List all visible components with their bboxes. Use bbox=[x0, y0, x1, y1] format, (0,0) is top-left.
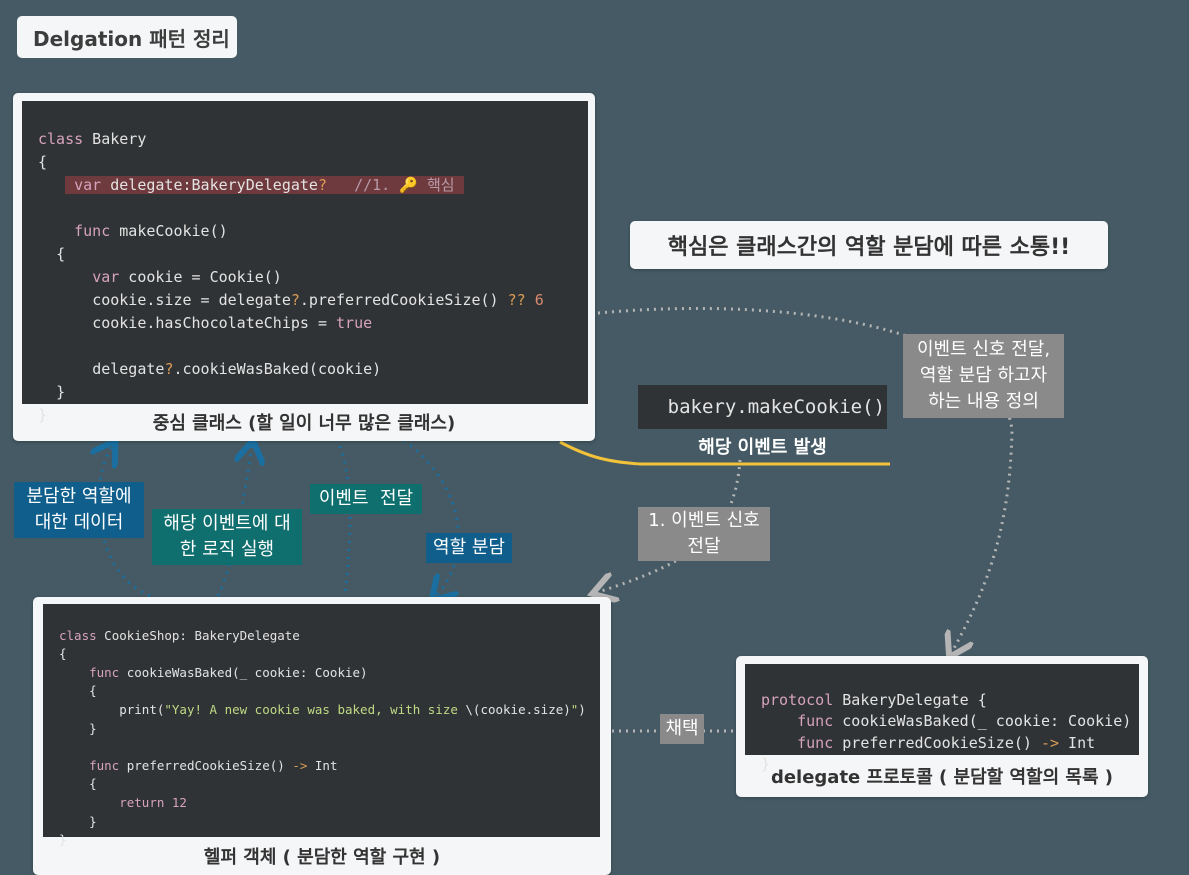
code-token: delegate:BakeryDelegate bbox=[101, 176, 318, 194]
code-token: func bbox=[89, 664, 120, 680]
code-token: \(cookie.size) bbox=[465, 701, 571, 717]
run-logic-label: 해당 이벤트에 대 한 로직 실행 bbox=[152, 509, 302, 565]
code-token: 6 bbox=[525, 291, 544, 309]
code-token: func bbox=[797, 733, 834, 752]
code-token: cookie = Cookie() bbox=[119, 268, 282, 286]
protocol-card: protocol BakeryDelegate { func cookieWas… bbox=[736, 656, 1148, 797]
code-token: } bbox=[56, 383, 66, 401]
code-token: ) bbox=[578, 701, 586, 717]
code-token: ? bbox=[290, 291, 300, 309]
bakery-caption: 중심 클래스 (할 일이 너무 많은 클래스) bbox=[152, 413, 456, 434]
run-logic-label-text: 해당 이벤트에 대 한 로직 실행 bbox=[163, 513, 291, 560]
code-token: } bbox=[89, 813, 97, 829]
code-token: cookie.hasChocolateChips = bbox=[92, 314, 337, 332]
code-token: true bbox=[336, 314, 373, 332]
code-token: var bbox=[74, 176, 102, 194]
code-token: func bbox=[797, 712, 834, 730]
adopt-label: 채택 bbox=[660, 714, 704, 744]
signal-pass-label: 1. 이벤트 신호 전달 bbox=[638, 507, 770, 561]
code-token: CookieShop: BakeryDelegate bbox=[96, 627, 300, 643]
bakery-code-block: class Bakery { var delegate:BakeryDelegat… bbox=[22, 101, 588, 424]
highlighted-code-line: var delegate:BakeryDelegate? //1. 🔑 핵심 bbox=[65, 176, 464, 194]
code-token: delegate bbox=[92, 360, 165, 378]
bakery-card: class Bakery { var delegate:BakeryDelegat… bbox=[13, 93, 595, 441]
code-token: var bbox=[92, 268, 120, 286]
code-token: return bbox=[119, 794, 165, 810]
core-message: 핵심은 클래스간의 역할 분담에 따른 소통!! bbox=[630, 221, 1108, 269]
pass-event-label: 이벤트 전달 bbox=[310, 484, 422, 514]
code-token: .preferredCookieSize() bbox=[299, 291, 508, 309]
code-token: "Yay! A new cookie was baked, with size bbox=[164, 701, 466, 717]
define-label: 이벤트 신호 전달, 역할 분담 하고자 하는 내용 정의 bbox=[903, 334, 1064, 418]
code-token: { bbox=[56, 245, 66, 263]
code-token: .cookieWasBaked(cookie) bbox=[173, 360, 382, 378]
code-token: protocol bbox=[761, 690, 834, 709]
define-label-text: 이벤트 신호 전달, 역할 분담 하고자 하는 내용 정의 bbox=[916, 339, 1051, 412]
role-data-label: 분담한 역할에 대한 데이터 bbox=[14, 482, 144, 538]
code-token: cookieWasBaked(_ cookie: Cookie) bbox=[833, 712, 1132, 730]
code-token: { bbox=[89, 683, 97, 699]
code-token: makeCookie() bbox=[110, 222, 228, 240]
code-token: class bbox=[38, 130, 84, 148]
page-title: Delgation 패턴 정리 bbox=[17, 16, 237, 58]
code-token: preferredCookieSize() bbox=[119, 757, 293, 773]
code-token: -> bbox=[292, 757, 308, 773]
code-line: { bbox=[38, 153, 48, 171]
code-token: Int bbox=[1059, 733, 1096, 752]
code-token: func bbox=[89, 757, 120, 773]
signal-pass-label-text: 1. 이벤트 신호 전달 bbox=[648, 510, 760, 557]
event-code: bakery.makeCookie() bbox=[638, 385, 887, 429]
code-token: class bbox=[59, 627, 97, 643]
code-token: -> bbox=[1040, 733, 1060, 752]
cookieshop-card: class CookieShop: BakeryDelegate { func c… bbox=[33, 597, 611, 875]
code-token: Int bbox=[307, 757, 338, 773]
assign-role-label: 역할 분담 bbox=[426, 533, 512, 563]
code-token: ? bbox=[317, 176, 327, 194]
event-caption: 해당 이벤트 발생 bbox=[698, 437, 827, 458]
code-token: BakeryDelegate { bbox=[833, 690, 987, 709]
code-token: Bakery bbox=[83, 130, 147, 148]
code-token: ?? bbox=[507, 291, 526, 309]
code-token: 12 bbox=[164, 794, 187, 810]
code-token: } bbox=[89, 720, 97, 736]
cookieshop-caption: 헬퍼 객체 ( 분담한 역할 구현 ) bbox=[203, 847, 441, 868]
code-line: { bbox=[59, 646, 67, 662]
code-token: cookie.size = delegate bbox=[92, 291, 291, 309]
code-token: print( bbox=[119, 701, 165, 717]
code-token: cookieWasBaked(_ cookie: Cookie) bbox=[119, 664, 368, 680]
protocol-caption: delegate 프로토콜 ( 분담할 역할의 목록 ) bbox=[770, 767, 1114, 788]
pass-event-connector bbox=[338, 445, 352, 597]
code-token: { bbox=[89, 776, 97, 792]
protocol-code-block: protocol BakeryDelegate { func cookieWas… bbox=[745, 664, 1139, 773]
code-token: func bbox=[74, 222, 111, 240]
cookieshop-code-block: class CookieShop: BakeryDelegate { func c… bbox=[43, 604, 600, 847]
role-data-label-text: 분담한 역할에 대한 데이터 bbox=[26, 486, 132, 533]
assign-role-connector bbox=[403, 438, 460, 596]
code-comment: //1. 🔑 핵심 bbox=[354, 176, 455, 194]
code-token: preferredCookieSize() bbox=[833, 733, 1041, 752]
